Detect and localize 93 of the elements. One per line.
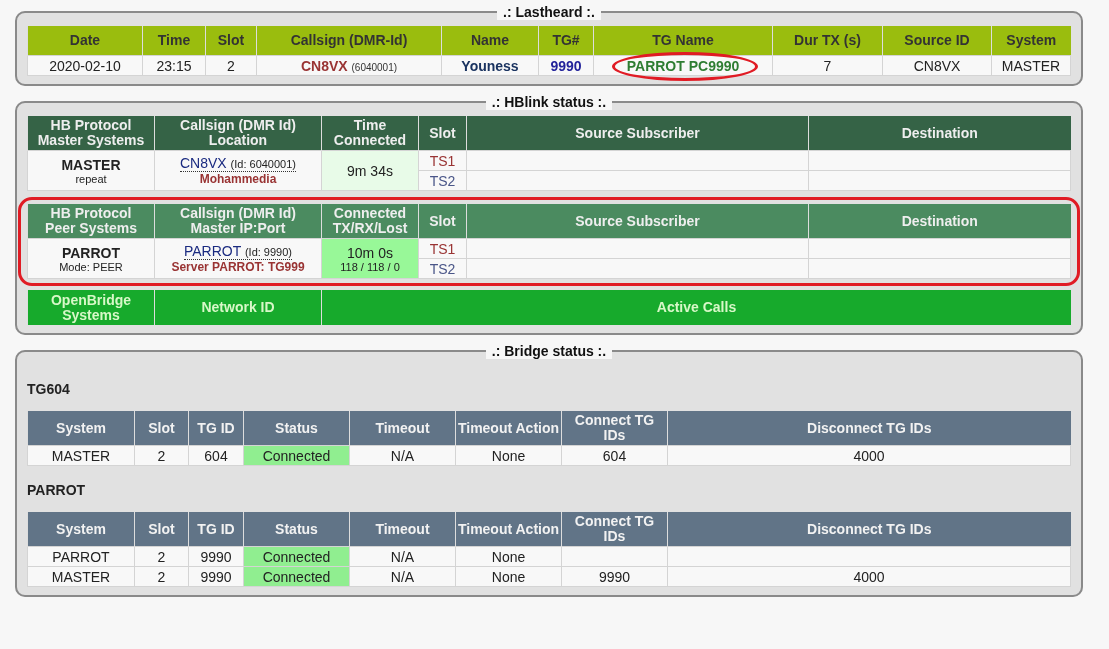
column-header: Disconnect TG IDs: [667, 411, 1071, 446]
column-header: Date: [27, 26, 143, 56]
column-header: Callsign (DMR Id) Location: [154, 116, 322, 151]
column-header: Slot: [134, 411, 189, 446]
table-cell: CN8VX: [882, 55, 992, 76]
column-header: System: [991, 26, 1071, 56]
column-header: TG Name: [593, 26, 773, 56]
table-cell: 9990: [188, 566, 244, 587]
table-cell: 4000: [667, 566, 1071, 587]
table-cell: 9990: [561, 566, 668, 587]
column-header: Connect TG IDs: [561, 411, 668, 446]
table-cell: 604: [561, 445, 668, 466]
column-header: Active Calls: [321, 290, 1071, 325]
location-text: Mohammedia: [198, 172, 278, 186]
table-cell: 2: [134, 445, 189, 466]
connected-time: 10m 0s: [346, 244, 394, 261]
table-cell: None: [455, 445, 562, 466]
column-header: TG ID: [188, 512, 244, 547]
bridge-group-title: TG604: [27, 381, 71, 397]
table-cell: None: [455, 566, 562, 587]
column-header: Timeout Action: [455, 512, 562, 547]
column-header: Timeout: [349, 512, 456, 547]
table-cell: TS2: [418, 258, 467, 279]
table-cell: Youness: [441, 55, 539, 76]
column-header: Time: [142, 26, 206, 56]
column-header: Slot: [418, 116, 467, 151]
dmr-id-text: (6040001): [351, 61, 398, 73]
table-cell: N/A: [349, 566, 456, 587]
table-cell: 9990: [538, 55, 594, 76]
table-cell: TS1: [418, 238, 467, 259]
table-cell: 604: [188, 445, 244, 466]
column-header: Slot: [418, 204, 467, 239]
column-header: TG#: [538, 26, 594, 56]
column-header: Dur TX (s): [772, 26, 883, 56]
column-header: OpenBridge Systems: [27, 290, 155, 325]
tg-name-text: PARROT PC9990: [626, 57, 740, 74]
table-cell: MASTER: [27, 445, 135, 466]
panel-title: .: Lastheard :.: [497, 4, 601, 20]
callsign-link[interactable]: PARROT (Id: 9990): [184, 243, 292, 260]
column-header: Timeout Action: [455, 411, 562, 446]
location-text: Server PARROT: TG999: [170, 260, 306, 274]
table-cell: Connected: [243, 546, 350, 567]
table-cell: N/A: [349, 445, 456, 466]
panel-title: .: Bridge status :.: [485, 343, 613, 359]
column-header: Status: [243, 411, 350, 446]
column-header: Slot: [205, 26, 257, 56]
callsign-text: CN8VX: [300, 57, 348, 74]
system-name: MASTER: [60, 156, 122, 173]
column-header: HB Protocol Peer Systems: [27, 204, 155, 239]
column-header: Timeout: [349, 411, 456, 446]
column-header: Disconnect TG IDs: [667, 512, 1071, 547]
table-cell: 2: [205, 55, 257, 76]
column-header: System: [27, 411, 135, 446]
table-cell: 2: [134, 546, 189, 567]
column-header: HB Protocol Master Systems: [27, 116, 155, 151]
table-cell: TS2: [418, 170, 467, 191]
column-header: Source ID: [882, 26, 992, 56]
table-cell: 4000: [667, 445, 1071, 466]
column-header: Destination: [808, 204, 1071, 239]
table-cell: 2: [134, 566, 189, 587]
column-header: Destination: [808, 116, 1071, 151]
tx-rx-lost-counts: 118 / 118 / 0: [339, 260, 401, 273]
table-cell: 2020-02-10: [27, 55, 143, 76]
table-cell: 7: [772, 55, 883, 76]
system-name: PARROT: [60, 244, 122, 261]
table-cell: TS1: [418, 150, 467, 171]
table-cell: MASTER: [991, 55, 1071, 76]
table-cell: 9990: [188, 546, 244, 567]
callsign-link[interactable]: CN8VX (Id: 6040001): [180, 155, 296, 172]
column-header: Name: [441, 26, 539, 56]
table-cell: N/A: [349, 546, 456, 567]
column-header: Connect TG IDs: [561, 512, 668, 547]
column-header: System: [27, 512, 135, 547]
column-header: Source Subscriber: [466, 204, 809, 239]
system-mode: repeat: [74, 172, 108, 185]
column-header: Network ID: [154, 290, 322, 325]
system-mode: Mode: PEER: [58, 260, 124, 273]
column-header: Slot: [134, 512, 189, 547]
column-header: Source Subscriber: [466, 116, 809, 151]
table-cell: Connected: [243, 445, 350, 466]
column-header: Connected TX/RX/Lost: [321, 204, 419, 239]
table-cell: MASTER: [27, 566, 135, 587]
column-header: Time Connected: [321, 116, 419, 151]
panel-title: .: HBlink status :.: [485, 94, 613, 110]
column-header: Callsign (DMR Id) Master IP:Port: [154, 204, 322, 239]
table-cell: PARROT: [27, 546, 135, 567]
table-cell: 23:15: [142, 55, 206, 76]
table-cell: None: [455, 546, 562, 567]
column-header: TG ID: [188, 411, 244, 446]
connected-time: 9m 34s: [346, 162, 394, 179]
column-header: Callsign (DMR-Id): [256, 26, 442, 56]
bridge-group-title: PARROT: [27, 482, 87, 498]
column-header: Status: [243, 512, 350, 547]
